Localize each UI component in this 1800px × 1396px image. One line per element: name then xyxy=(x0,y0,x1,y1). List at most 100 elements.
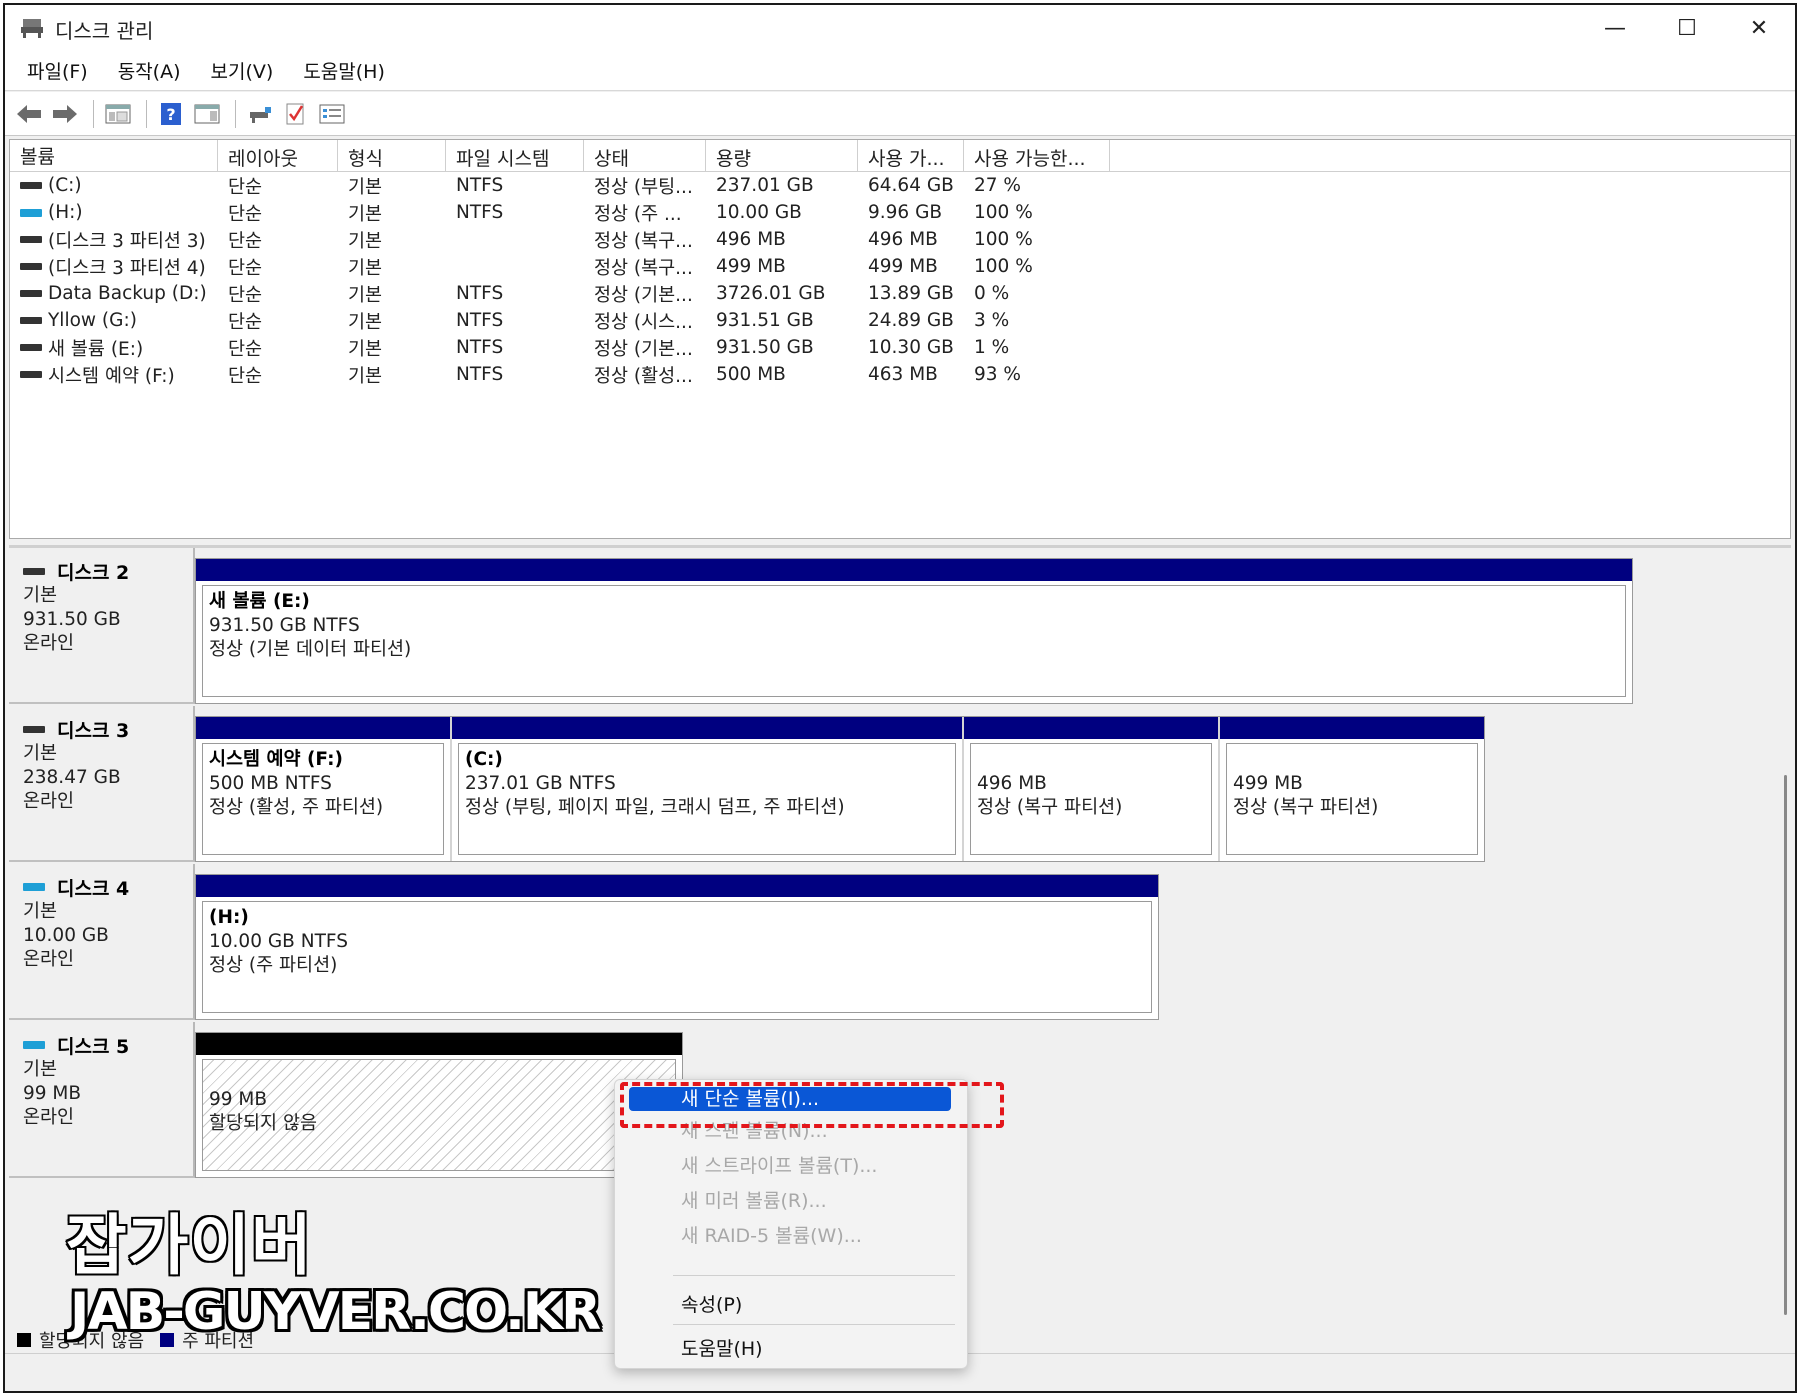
partition-size: 99 MB xyxy=(209,1089,268,1110)
menu-help[interactable]: 도움말(H) xyxy=(291,51,397,90)
volume-row[interactable]: 시스템 예약 (F:) 단순 기본 NTFS 정상 (활성... 500 MB 463 MB… xyxy=(10,361,1790,388)
menu-new-raid5-volume[interactable]: 새 RAID-5 볼륨(W)... xyxy=(623,1221,959,1251)
volume-status: 정상 (기본... xyxy=(594,338,693,360)
volume-percent-free: 3 % xyxy=(974,310,1010,331)
disk-view-scrollbar[interactable] xyxy=(1781,545,1791,1325)
partition-size: 500 MB NTFS xyxy=(209,773,332,794)
volume-status: 정상 (활성... xyxy=(594,365,693,387)
volume-layout: 단순 xyxy=(228,284,263,306)
connect-button[interactable] xyxy=(244,98,276,130)
disk-kind: 기본 xyxy=(23,585,58,606)
check-button[interactable] xyxy=(280,98,312,130)
column-header-filesystem[interactable]: 파일 시스템 xyxy=(446,140,584,171)
column-header-status[interactable]: 상태 xyxy=(584,140,706,171)
partition[interactable]: 새 볼륨 (E:) 931.50 GB NTFS 정상 (기본 데이터 파티션) xyxy=(196,559,1632,703)
forward-button[interactable] xyxy=(49,98,81,130)
column-header-free-space[interactable]: 사용 가... xyxy=(858,140,964,171)
volume-status: 정상 (주 ... xyxy=(594,203,682,225)
volume-row[interactable]: (디스크 3 파티션 4) 단순 기본 정상 (복구... 499 MB 499 MB 10… xyxy=(10,253,1790,280)
disk-info[interactable]: 디스크 4 기본 10.00 GB 온라인 xyxy=(9,864,195,1020)
partition[interactable]: (C:) 237.01 GB NTFS 정상 (부팅, 페이지 파일, 크래시 … xyxy=(452,717,962,861)
show-console-tree-button[interactable] xyxy=(102,98,134,130)
partition[interactable]: 시스템 예약 (F:) 500 MB NTFS 정상 (활성, 주 파티션) xyxy=(196,717,450,861)
show-action-pane-button[interactable] xyxy=(191,98,223,130)
minimize-button[interactable]: — xyxy=(1579,5,1651,51)
volume-row[interactable]: 새 볼륨 (E:) 단순 기본 NTFS 정상 (기본... 931.50 GB 10.30… xyxy=(10,334,1790,361)
volume-name: (디스크 3 파티션 4) xyxy=(10,254,218,280)
partition-size: 931.50 GB NTFS xyxy=(209,615,360,636)
volume-row[interactable]: (H:) 단순 기본 NTFS 정상 (주 ... 10.00 GB 9.96 GB 100 … xyxy=(10,199,1790,226)
close-button[interactable]: ✕ xyxy=(1723,5,1795,51)
disk-row: 디스크 2 기본 931.50 GB 온라인 새 볼륨 (E:) 931.50 … xyxy=(9,548,1639,704)
back-button[interactable] xyxy=(13,98,45,130)
usb-drive-icon xyxy=(20,208,42,217)
close-icon: ✕ xyxy=(1749,15,1769,41)
volume-layout: 단순 xyxy=(228,338,263,360)
disk-size: 238.47 GB xyxy=(23,767,121,788)
disk-kind: 기본 xyxy=(23,901,58,922)
watermark-title: 잡가이버 xyxy=(65,1206,314,1286)
scrollbar-thumb[interactable] xyxy=(1784,775,1787,1315)
primary-partition-bar xyxy=(964,717,1218,739)
disk-row: 디스크 4 기본 10.00 GB 온라인 (H:) 10.00 GB NTFS… xyxy=(9,864,1179,1020)
column-header-volume[interactable]: 볼륨 xyxy=(10,140,218,171)
menu-view[interactable]: 보기(V) xyxy=(199,51,286,90)
partition-status: 정상 (복구 파티션) xyxy=(1233,797,1379,818)
menu-properties[interactable]: 속성(P) xyxy=(623,1290,959,1320)
disk-management-app-icon xyxy=(21,19,43,38)
hard-drive-icon xyxy=(20,317,42,324)
partition[interactable]: (H:) 10.00 GB NTFS 정상 (주 파티션) xyxy=(196,875,1158,1019)
disk-info[interactable]: 디스크 3 기본 238.47 GB 온라인 xyxy=(9,706,195,862)
toolbar: ? xyxy=(5,92,1795,136)
partition-body: 새 볼륨 (E:) 931.50 GB NTFS 정상 (기본 데이터 파티션) xyxy=(202,585,1626,697)
volume-list[interactable]: 볼륨 레이아웃 형식 파일 시스템 상태 용량 사용 가... 사용 가능한..… xyxy=(9,139,1791,539)
partition-status: 정상 (활성, 주 파티션) xyxy=(209,797,384,818)
menu-file[interactable]: 파일(F) xyxy=(15,51,100,90)
svg-text:?: ? xyxy=(166,105,175,124)
column-header-percent-free[interactable]: 사용 가능한... xyxy=(964,140,1110,171)
disk-info[interactable]: 디스크 5 기본 99 MB 온라인 xyxy=(9,1022,195,1178)
volume-layout: 단순 xyxy=(228,257,263,279)
properties-button[interactable] xyxy=(316,98,348,130)
maximize-button[interactable]: ☐ xyxy=(1651,5,1723,51)
disk-name: 디스크 2 xyxy=(57,561,130,584)
partition[interactable]: 499 MB 정상 (복구 파티션) xyxy=(1220,717,1484,861)
column-header-capacity[interactable]: 용량 xyxy=(706,140,858,171)
hard-drive-icon xyxy=(23,725,45,733)
volume-row[interactable]: (C:) 단순 기본 NTFS 정상 (부팅... 237.01 GB 64.64 GB 27… xyxy=(10,172,1790,199)
partition[interactable]: 496 MB 정상 (복구 파티션) xyxy=(964,717,1218,861)
partition-body: 시스템 예약 (F:) 500 MB NTFS 정상 (활성, 주 파티션) xyxy=(202,743,444,855)
disk-state: 온라인 xyxy=(23,949,75,970)
menu-new-mirrored-volume[interactable]: 새 미러 볼륨(R)... xyxy=(623,1186,959,1216)
column-header-layout[interactable]: 레이아웃 xyxy=(218,140,338,171)
menu-help-item[interactable]: 도움말(H) xyxy=(623,1334,959,1364)
disk-kind: 기본 xyxy=(23,1059,58,1080)
volume-row[interactable]: (디스크 3 파티션 3) 단순 기본 정상 (복구... 496 MB 496 MB 10… xyxy=(10,226,1790,253)
menu-action[interactable]: 동작(A) xyxy=(106,51,193,90)
help-button[interactable]: ? xyxy=(155,98,187,130)
column-header-type[interactable]: 형식 xyxy=(338,140,446,171)
partition-size: 10.00 GB NTFS xyxy=(209,931,348,952)
disk-state: 온라인 xyxy=(23,1107,75,1128)
volume-type: 기본 xyxy=(348,176,383,198)
volume-free-space: 499 MB xyxy=(868,256,938,277)
partition-size: 496 MB xyxy=(977,773,1047,794)
volume-row[interactable]: Data Backup (D:) 단순 기본 NTFS 정상 (기본... 3726.01… xyxy=(10,280,1790,307)
toolbar-separator xyxy=(235,99,236,128)
volume-type: 기본 xyxy=(348,311,383,333)
volume-type: 기본 xyxy=(348,284,383,306)
volume-status: 정상 (시스... xyxy=(594,311,693,333)
menu-bar: 파일(F) 동작(A) 보기(V) 도움말(H) xyxy=(5,51,1795,91)
volume-row[interactable]: Yllow (G:) 단순 기본 NTFS 정상 (시스... 931.51 GB 24.8… xyxy=(10,307,1790,334)
volume-layout: 단순 xyxy=(228,311,263,333)
volume-filesystem: NTFS xyxy=(456,175,504,196)
volume-layout: 단순 xyxy=(228,230,263,252)
volume-name: 시스템 예약 (F:) xyxy=(10,362,218,388)
disk-kind: 기본 xyxy=(23,743,58,764)
menu-new-striped-volume[interactable]: 새 스트라이프 볼륨(T)... xyxy=(623,1151,959,1181)
volume-free-space: 9.96 GB xyxy=(868,202,943,223)
disk-info[interactable]: 디스크 2 기본 931.50 GB 온라인 xyxy=(9,548,195,704)
volume-name-text: 시스템 예약 (F:) xyxy=(48,365,175,387)
column-header-filler xyxy=(1110,140,1790,171)
unallocated-partition[interactable]: 99 MB 할당되지 않음 xyxy=(196,1033,682,1177)
